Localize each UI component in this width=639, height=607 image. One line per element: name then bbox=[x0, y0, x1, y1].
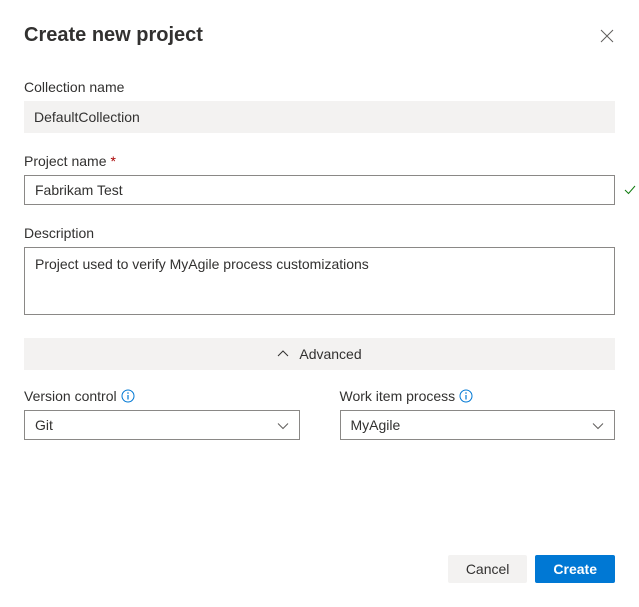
cancel-button[interactable]: Cancel bbox=[448, 555, 528, 583]
advanced-toggle-label: Advanced bbox=[299, 346, 361, 362]
close-icon bbox=[600, 29, 614, 43]
collection-name-field: DefaultCollection bbox=[24, 101, 615, 133]
work-item-process-value: MyAgile bbox=[351, 417, 401, 433]
required-indicator: * bbox=[110, 153, 115, 169]
project-name-label: Project name * bbox=[24, 153, 615, 169]
description-input[interactable] bbox=[24, 247, 615, 315]
version-control-value: Git bbox=[35, 417, 53, 433]
chevron-up-icon bbox=[277, 350, 289, 358]
validation-check-icon bbox=[623, 183, 637, 197]
close-button[interactable] bbox=[599, 28, 615, 44]
work-item-process-label: Work item process bbox=[340, 388, 616, 404]
work-item-process-info-icon[interactable] bbox=[459, 389, 473, 403]
create-button[interactable]: Create bbox=[535, 555, 615, 583]
description-label: Description bbox=[24, 225, 615, 241]
chevron-down-icon bbox=[277, 417, 289, 433]
chevron-down-icon bbox=[592, 417, 604, 433]
version-control-info-icon[interactable] bbox=[121, 389, 135, 403]
version-control-select[interactable]: Git bbox=[24, 410, 300, 440]
work-item-process-select[interactable]: MyAgile bbox=[340, 410, 616, 440]
collection-name-label: Collection name bbox=[24, 79, 615, 95]
dialog-title: Create new project bbox=[24, 24, 203, 47]
advanced-toggle[interactable]: Advanced bbox=[24, 338, 615, 370]
project-name-input[interactable] bbox=[24, 175, 615, 205]
version-control-label: Version control bbox=[24, 388, 300, 404]
